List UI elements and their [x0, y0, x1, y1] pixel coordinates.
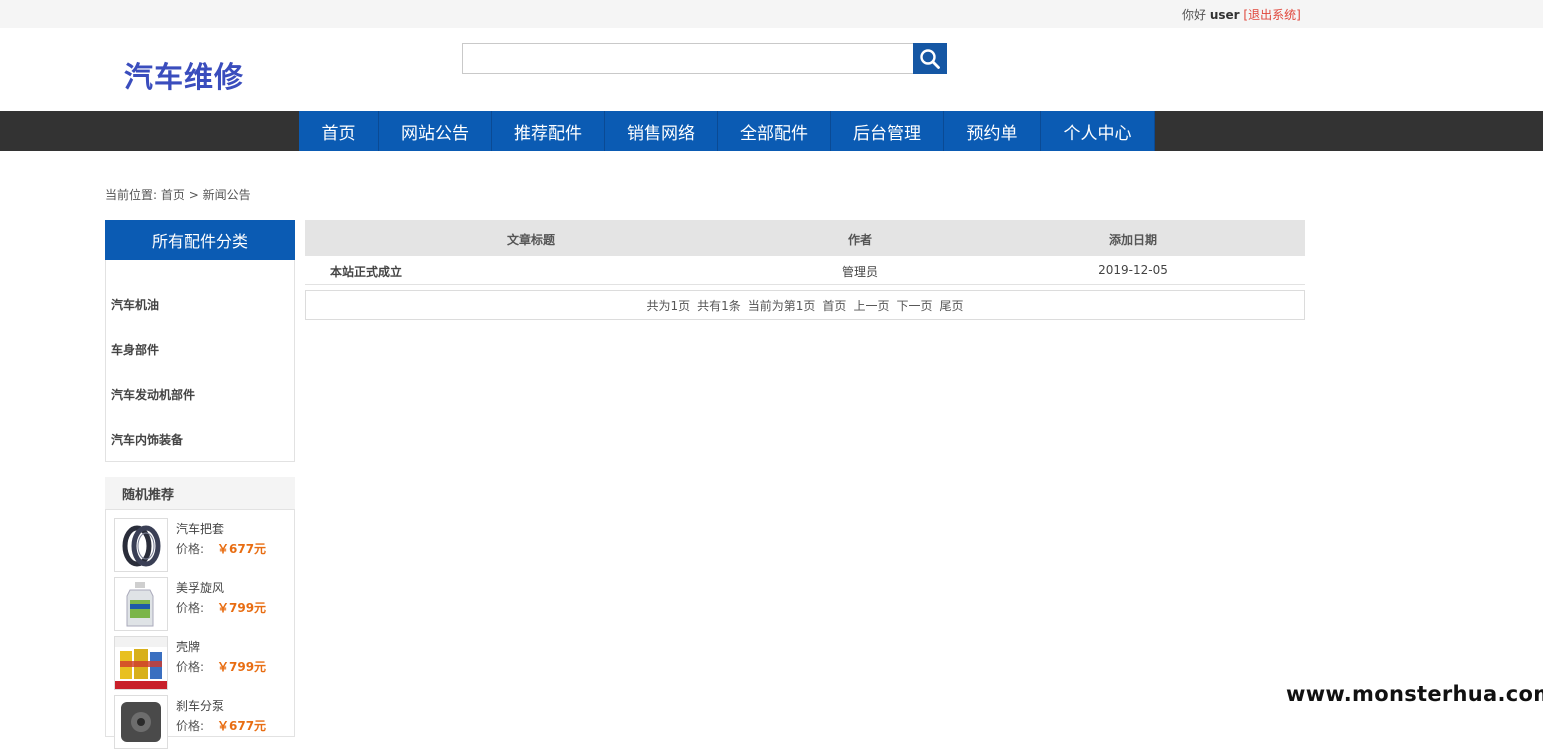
article-author: 管理员: [841, 265, 879, 279]
price-label: 价格:: [176, 719, 205, 733]
pager-total-items: 共有1条: [697, 298, 741, 313]
price-label: 价格:: [176, 542, 205, 556]
nav-announcements[interactable]: 网站公告: [379, 111, 492, 151]
price-label: 价格:: [176, 660, 205, 674]
product-name[interactable]: 刹车分泵: [176, 697, 224, 714]
product-thumbnail[interactable]: [114, 695, 168, 749]
product-price: ￥677元: [217, 719, 267, 733]
pager-first-link[interactable]: 首页: [822, 297, 846, 314]
pager-next-link[interactable]: 下一页: [896, 297, 932, 314]
pager-total-pages: 共为1页: [646, 298, 691, 313]
recommend-item[interactable]: 汽车把套 价格: ￥677元: [114, 518, 289, 572]
nav-admin[interactable]: 后台管理: [831, 111, 944, 151]
product-thumbnail[interactable]: [114, 518, 168, 572]
category-item[interactable]: 汽车机油: [111, 296, 159, 313]
recommend-item[interactable]: 美孚旋风 价格: ￥799元: [114, 577, 289, 631]
product-price: ￥677元: [217, 542, 267, 556]
category-item[interactable]: 汽车内饰装备: [111, 431, 183, 448]
header: 汽车维修: [0, 28, 1543, 111]
nav-sales-network[interactable]: 销售网络: [605, 111, 718, 151]
watermark: www.monsterhua.com: [1286, 682, 1543, 706]
pager-last-link[interactable]: 尾页: [939, 297, 963, 314]
category-item[interactable]: 车身部件: [111, 341, 159, 358]
search-button[interactable]: [913, 43, 947, 74]
greeting-text: 你好: [1182, 8, 1207, 22]
pager-prev-link[interactable]: 上一页: [853, 297, 889, 314]
recommend-item[interactable]: 壳牌 价格: ￥799元: [114, 636, 289, 690]
column-header-author: 作者: [847, 233, 873, 247]
top-bar: 你好 user [退出系统]: [0, 0, 1543, 28]
breadcrumb-current: 新闻公告: [202, 188, 251, 202]
recommend-title: 随机推荐: [105, 477, 295, 510]
article-date: 2019-12-05: [1098, 263, 1168, 277]
breadcrumb-prefix: 当前位置:: [105, 188, 158, 202]
breadcrumb: 当前位置: 首页 > 新闻公告: [105, 186, 251, 203]
product-thumbnail[interactable]: [114, 636, 168, 690]
user-info: 你好 user [退出系统]: [1182, 6, 1301, 23]
product-name[interactable]: 壳牌: [176, 638, 200, 655]
recommend-item[interactable]: 刹车分泵 价格: ￥677元: [114, 695, 289, 749]
category-item[interactable]: 汽车发动机部件: [111, 386, 195, 403]
article-title-link[interactable]: 本站正式成立: [330, 263, 402, 280]
product-name[interactable]: 美孚旋风: [176, 579, 224, 596]
pager-current-page: 当前为第1页: [747, 298, 816, 313]
category-title: 所有配件分类: [105, 220, 295, 260]
nav-user-center[interactable]: 个人中心: [1041, 111, 1155, 151]
breadcrumb-home[interactable]: 首页: [161, 188, 185, 202]
nav-all-parts[interactable]: 全部配件: [718, 111, 831, 151]
column-header-date: 添加日期: [1108, 233, 1158, 247]
price-label: 价格:: [176, 601, 205, 615]
pagination: 共为1页 共有1条 当前为第1页 首页 上一页 下一页 尾页: [305, 290, 1305, 320]
breadcrumb-separator: >: [188, 188, 199, 202]
search-icon: [920, 48, 940, 69]
main-nav: 首页 网站公告 推荐配件 销售网络 全部配件 后台管理 预约单 个人中心: [0, 111, 1543, 151]
search-input[interactable]: [462, 43, 914, 74]
logout-link[interactable]: [退出系统]: [1243, 8, 1300, 22]
column-header-title: 文章标题: [506, 233, 556, 247]
site-logo[interactable]: 汽车维修: [124, 54, 244, 96]
product-price: ￥799元: [217, 601, 267, 615]
username: user: [1209, 8, 1240, 22]
nav-appointments[interactable]: 预约单: [944, 111, 1041, 151]
product-price: ￥799元: [217, 660, 267, 674]
nav-home[interactable]: 首页: [299, 111, 379, 151]
nav-recommended-parts[interactable]: 推荐配件: [492, 111, 605, 151]
table-header: 文章标题 作者 添加日期: [305, 220, 1305, 256]
product-name[interactable]: 汽车把套: [176, 520, 224, 537]
table-row: 本站正式成立 管理员 2019-12-05: [305, 256, 1305, 285]
product-thumbnail[interactable]: [114, 577, 168, 631]
